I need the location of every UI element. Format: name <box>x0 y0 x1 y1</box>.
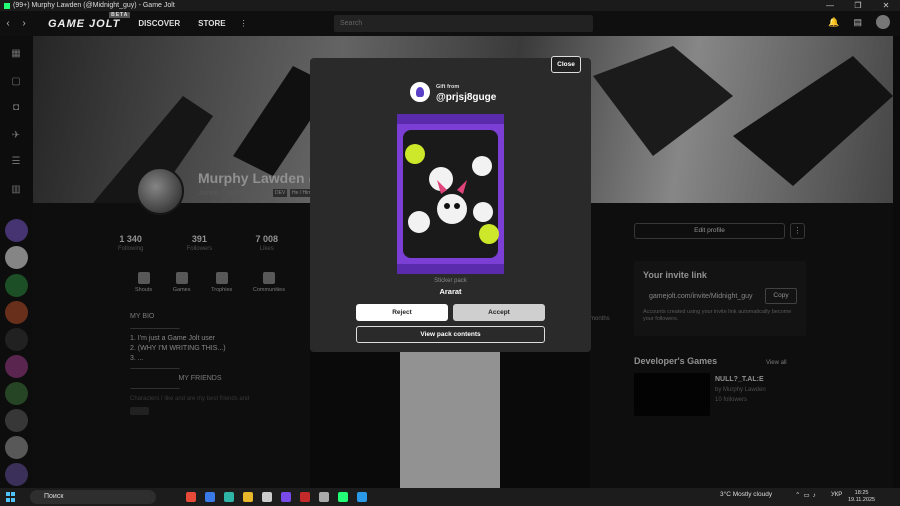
reject-button[interactable]: Reject <box>356 304 448 321</box>
windows-start-icon[interactable] <box>6 492 20 502</box>
pack-name: Ararat <box>439 287 462 296</box>
beta-badge: BETA <box>109 11 131 18</box>
gift-modal: Close Gift from @prjsj8guge Sticker pack… <box>310 56 591 352</box>
taskbar-clock[interactable]: 18:25 19.11.2025 <box>848 490 875 504</box>
search-input[interactable]: Search <box>334 15 593 32</box>
store-link[interactable]: STORE <box>198 19 225 28</box>
notifications-icon[interactable]: ▤ <box>853 17 862 28</box>
window-titlebar: (99+) Murphy Lawden (@Midnight_guy) - Ga… <box>0 0 900 11</box>
sticker-pack-image <box>397 114 504 274</box>
clock-date: 19.11.2025 <box>848 497 876 503</box>
app-icon[interactable] <box>319 492 329 502</box>
gamejolt-logo[interactable]: GAME JOLT BETA <box>48 11 131 30</box>
app-icon[interactable] <box>186 492 196 502</box>
bell-icon[interactable]: 🔔 <box>828 17 839 28</box>
view-pack-contents-button[interactable]: View pack contents <box>356 326 545 343</box>
edge-icon[interactable] <box>224 492 234 502</box>
top-navbar: ‹ › GAME JOLT BETA DISCOVER STORE ⋮ Searc… <box>0 11 900 36</box>
minimize-button[interactable]: — <box>816 0 844 11</box>
sender-username[interactable]: @prjsj8guge <box>436 92 496 103</box>
telegram-icon[interactable] <box>357 492 367 502</box>
gamejolt-taskbar-icon[interactable] <box>338 492 348 502</box>
gift-from-label: Gift from <box>436 84 460 90</box>
close-button[interactable]: Close <box>551 56 581 73</box>
language-indicator[interactable]: УКР <box>831 492 842 498</box>
app-icon <box>4 2 10 9</box>
nav-right-group: 🔔 ▤ <box>828 15 890 29</box>
close-window-button[interactable]: ✕ <box>872 0 900 11</box>
more-menu-icon[interactable]: ⋮ <box>240 19 248 28</box>
system-tray[interactable]: ⌃▭♪ <box>795 491 819 499</box>
maximize-button[interactable]: ❐ <box>844 0 872 11</box>
pack-type-label: Sticker pack <box>434 278 467 284</box>
window-controls: — ❐ ✕ <box>816 0 900 11</box>
app-icon[interactable] <box>300 492 310 502</box>
taskbar-apps <box>186 492 367 502</box>
back-arrow-icon[interactable]: ‹ <box>0 18 16 29</box>
user-avatar[interactable] <box>876 15 890 29</box>
windows-taskbar: Поиск 3°C Mostly cloudy ⌃▭♪ УКР 18:25 19… <box>0 488 900 506</box>
accept-button[interactable]: Accept <box>453 304 545 321</box>
logo-text: GAME JOLT <box>48 17 121 30</box>
forward-arrow-icon[interactable]: › <box>16 18 32 29</box>
app-icon[interactable] <box>205 492 215 502</box>
clock-time: 18:25 <box>854 490 869 496</box>
window-title: (99+) Murphy Lawden (@Midnight_guy) - Ga… <box>13 2 175 9</box>
viber-icon[interactable] <box>281 492 291 502</box>
folder-icon[interactable] <box>243 492 253 502</box>
store-icon[interactable] <box>262 492 272 502</box>
taskbar-search[interactable]: Поиск <box>30 490 156 504</box>
weather-widget[interactable]: 3°C Mostly cloudy <box>720 491 772 498</box>
discover-link[interactable]: DISCOVER <box>138 19 180 28</box>
sender-avatar <box>410 82 430 102</box>
